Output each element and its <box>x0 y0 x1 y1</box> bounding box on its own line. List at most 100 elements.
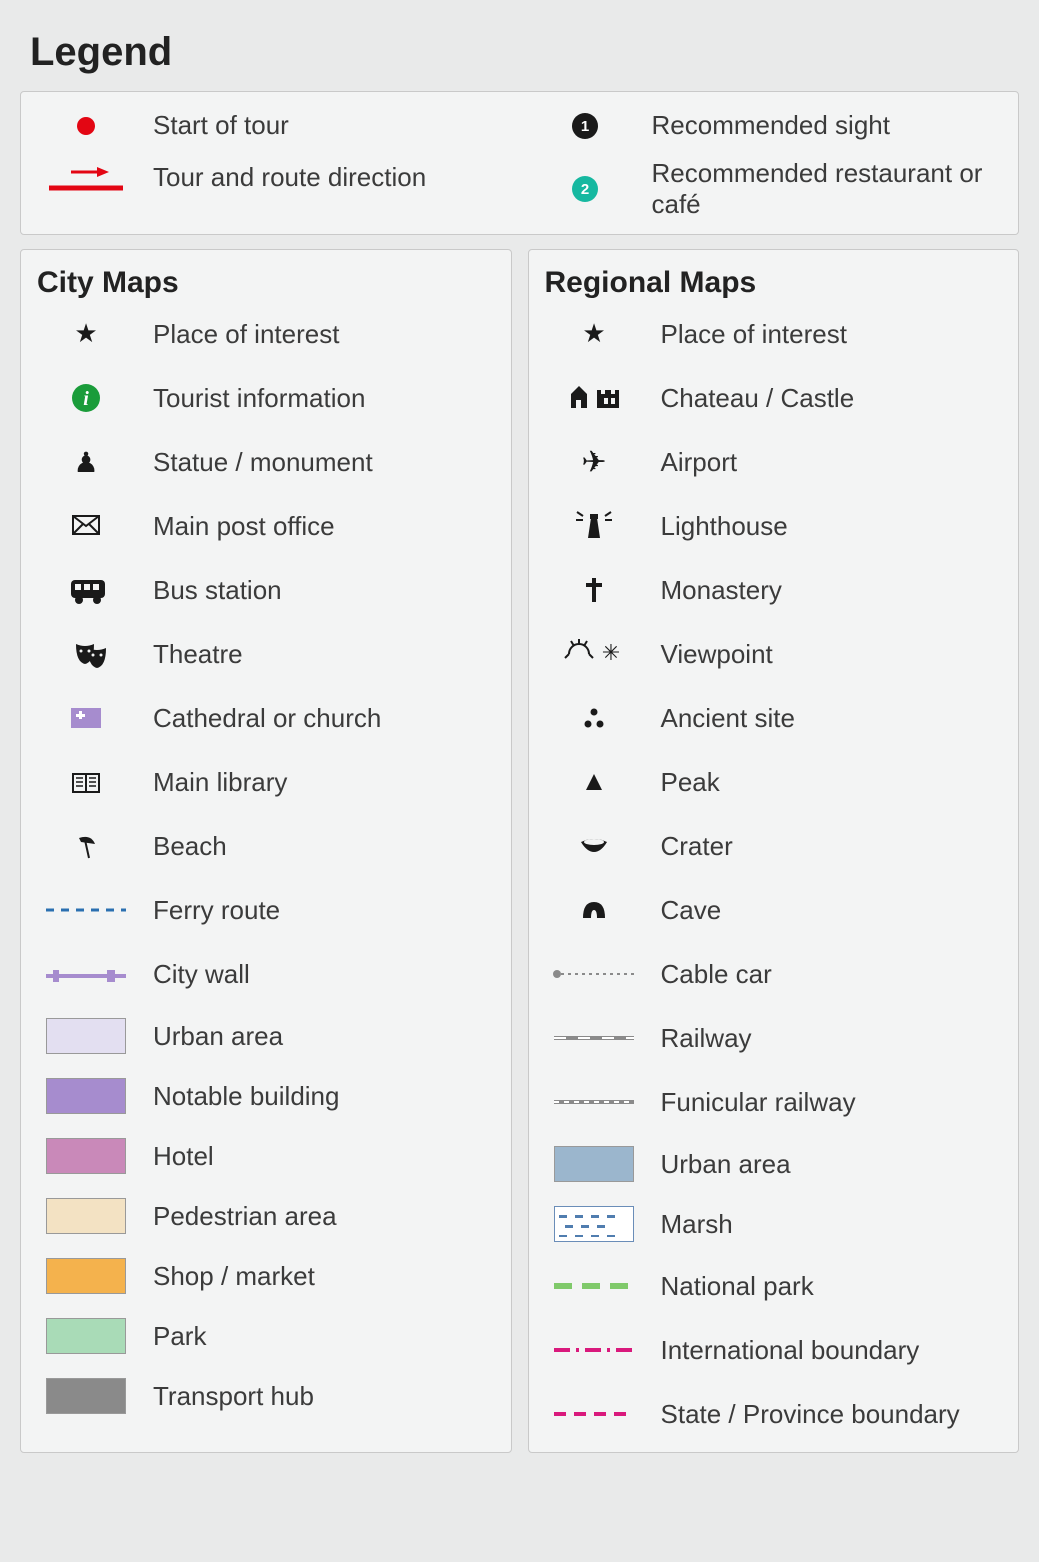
legend-label: Cave <box>661 895 722 926</box>
cablecar-icon <box>539 954 649 994</box>
legend-label: Place of interest <box>661 319 847 350</box>
legend-row: Shop / market <box>31 1258 501 1294</box>
num-teal-icon: 2 <box>530 169 640 209</box>
crater-icon <box>539 826 649 866</box>
num-black-icon: 1 <box>530 106 640 146</box>
legend-label: Marsh <box>661 1209 733 1240</box>
legend-row: Park <box>31 1318 501 1354</box>
city-maps-panel: City Maps ★ Place of interest i Tourist inf… <box>20 249 512 1453</box>
statue-icon: ♟ <box>31 442 141 482</box>
svg-text:1: 1 <box>580 118 588 135</box>
swatch <box>46 1378 126 1414</box>
legend-row: Peak <box>539 762 1009 802</box>
state-icon <box>539 1394 649 1434</box>
legend-label: Beach <box>153 831 227 862</box>
shop-swatch <box>31 1258 141 1294</box>
legend-row: Theatre <box>31 634 501 674</box>
legend-label: Hotel <box>153 1141 214 1172</box>
chateau-icon <box>539 378 649 418</box>
legend-row: ★ Place of interest <box>539 314 1009 354</box>
swatch <box>46 1078 126 1114</box>
transport-swatch <box>31 1378 141 1414</box>
natpark-icon <box>539 1266 649 1306</box>
legend-label: State / Province boundary <box>661 1399 960 1430</box>
legend-label: Cathedral or church <box>153 703 381 734</box>
church-icon <box>31 698 141 738</box>
legend-row: Pedestrian area <box>31 1198 501 1234</box>
legend-row: Main post office <box>31 506 501 546</box>
legend-label: Place of interest <box>153 319 339 350</box>
legend-label: Peak <box>661 767 720 798</box>
airport-icon: ✈ <box>539 442 649 482</box>
route-arrow-icon <box>31 158 141 198</box>
legend-row: Cave <box>539 890 1009 930</box>
intl-icon <box>539 1330 649 1370</box>
legend-row: Urban area <box>539 1146 1009 1182</box>
swatch <box>554 1146 634 1182</box>
legend-label: Ancient site <box>661 703 795 734</box>
legend-row: Transport hub <box>31 1378 501 1414</box>
svg-text:✈: ✈ <box>581 446 606 479</box>
legend-row: ✈Airport <box>539 442 1009 482</box>
legend-row: ★ Place of interest <box>31 314 501 354</box>
legend-row: i Tourist information <box>31 378 501 418</box>
star-icon: ★ <box>31 314 141 354</box>
legend-row: Cathedral or church <box>31 698 501 738</box>
legend-row: Cable car <box>539 954 1009 994</box>
library-icon <box>31 762 141 802</box>
legend-label: Funicular railway <box>661 1087 856 1118</box>
theatre-icon <box>31 634 141 674</box>
legend-label: Statue / monument <box>153 447 373 478</box>
ped-swatch <box>31 1198 141 1234</box>
legend-label: Chateau / Castle <box>661 383 855 414</box>
legend-label: Tourist information <box>153 383 365 414</box>
legend-row: Crater <box>539 826 1009 866</box>
park-swatch <box>31 1318 141 1354</box>
legend-row: Urban area <box>31 1018 501 1054</box>
legend-label: Shop / market <box>153 1261 315 1292</box>
monastery-icon <box>539 570 649 610</box>
regional-maps-heading: Regional Maps <box>545 266 1003 300</box>
city-maps-heading: City Maps <box>37 266 495 300</box>
star-icon: ★ <box>539 314 649 354</box>
legend-label: International boundary <box>661 1335 920 1366</box>
legend-row: ♟ Statue / monument <box>31 442 501 482</box>
legend-row: International boundary <box>539 1330 1009 1370</box>
legend-row: Lighthouse <box>539 506 1009 546</box>
swatch <box>46 1138 126 1174</box>
legend-row: 2 Recommended restaurant or café <box>530 158 1009 220</box>
legend-label: Pedestrian area <box>153 1201 337 1232</box>
legend-label: Crater <box>661 831 733 862</box>
legend-label: Monastery <box>661 575 782 606</box>
legend-label: Main library <box>153 767 287 798</box>
legend-label: Main post office <box>153 511 335 542</box>
legend-row: Beach <box>31 826 501 866</box>
legend-row: Chateau / Castle <box>539 378 1009 418</box>
svg-text:★: ★ <box>582 318 605 348</box>
legend-label: Transport hub <box>153 1381 314 1412</box>
legend-row: Tour and route direction <box>31 158 510 198</box>
post-icon <box>31 506 141 546</box>
ferry-icon <box>31 890 141 930</box>
legend-label: Bus station <box>153 575 282 606</box>
legend-label: Recommended restaurant or café <box>652 158 1009 220</box>
swatch <box>46 1198 126 1234</box>
legend-row: Hotel <box>31 1138 501 1174</box>
legend-label: Cable car <box>661 959 772 990</box>
viewpoint-icon: ✳ <box>539 634 649 674</box>
ancient-icon <box>539 698 649 738</box>
swatch <box>46 1318 126 1354</box>
legend-row: National park <box>539 1266 1009 1306</box>
legend-label: Railway <box>661 1023 752 1054</box>
legend-label: Tour and route direction <box>153 162 426 193</box>
peak-icon <box>539 762 649 802</box>
legend-label: Lighthouse <box>661 511 788 542</box>
legend-row: State / Province boundary <box>539 1394 1009 1434</box>
legend-row: Railway <box>539 1018 1009 1058</box>
legend-row: ✳Viewpoint <box>539 634 1009 674</box>
beach-icon <box>31 826 141 866</box>
marsh-swatch <box>539 1206 649 1242</box>
svg-text:i: i <box>83 388 89 410</box>
bus-icon <box>31 570 141 610</box>
citywall-icon <box>31 954 141 994</box>
